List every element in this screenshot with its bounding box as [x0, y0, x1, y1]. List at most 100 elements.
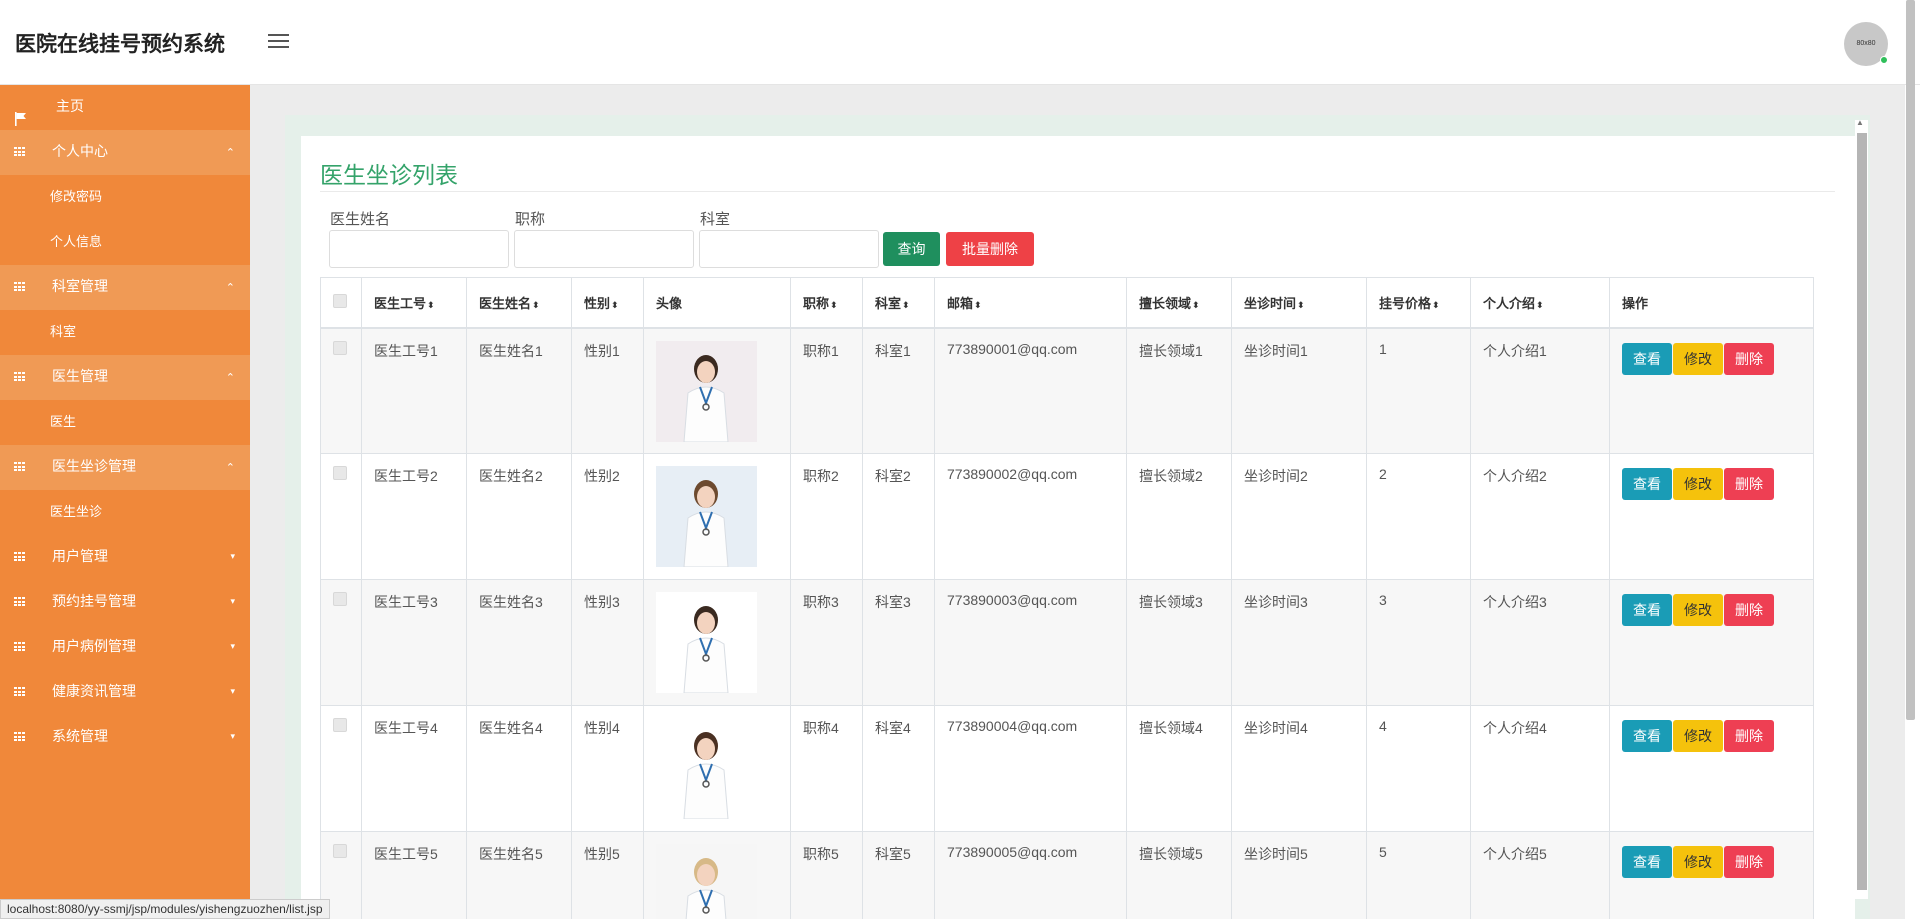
grid-icon	[14, 462, 26, 472]
row-checkbox[interactable]	[333, 592, 347, 606]
cell-actions: 查看 修改 删除	[1609, 831, 1814, 919]
title-input[interactable]	[514, 230, 694, 268]
department-input[interactable]	[699, 230, 879, 268]
sidebar-subitem[interactable]: 修改密码	[0, 175, 250, 220]
sidebar-subitem[interactable]: 科室	[0, 310, 250, 355]
edit-button[interactable]: 修改	[1673, 342, 1723, 375]
delete-button[interactable]: 删除	[1724, 468, 1774, 500]
scroll-up-arrow-icon[interactable]: ▲	[1856, 118, 1864, 127]
edit-button[interactable]: 修改	[1673, 594, 1723, 626]
sidebar-item[interactable]: 系统管理 ▾	[0, 715, 250, 760]
edit-button[interactable]: 修改	[1673, 846, 1723, 878]
sort-icon[interactable]: ⬍	[1297, 300, 1305, 310]
column-header[interactable]: 医生工号⬍	[361, 277, 467, 329]
view-button[interactable]: 查看	[1622, 846, 1672, 878]
cell-email: 773890001@qq.com	[934, 327, 1127, 454]
doctor-photo	[656, 340, 757, 442]
sidebar-item-label: 医生管理	[52, 369, 108, 385]
table-row: 医生工号4 医生姓名4 性别4 职称4 科室4 773890004@qq.com 擅长领域4…	[320, 705, 1814, 832]
edit-button[interactable]: 修改	[1673, 720, 1723, 752]
delete-button[interactable]: 删除	[1724, 342, 1774, 375]
cell-intro: 个人介绍4	[1470, 705, 1610, 832]
cell-actions: 查看 修改 删除	[1609, 579, 1814, 706]
sidebar-subitem[interactable]: 医生坐诊	[0, 490, 250, 535]
caret-down-icon: ▾	[230, 597, 235, 607]
sort-icon[interactable]: ⬍	[902, 300, 910, 310]
page-scroll-thumb[interactable]	[1906, 0, 1915, 720]
column-header[interactable]: 科室⬍	[862, 277, 935, 329]
row-checkbox[interactable]	[333, 340, 347, 355]
table-row: 医生工号1 医生姓名1 性别1 职称1 科室1 773890001@qq.com 擅长领域1…	[320, 327, 1814, 454]
sidebar-item[interactable]: 个人中心 ⌃	[0, 130, 250, 175]
sort-icon[interactable]: ⬍	[974, 300, 982, 310]
sidebar-subitem[interactable]: 个人信息	[0, 220, 250, 265]
column-header[interactable]: 坐诊时间⬍	[1231, 277, 1367, 329]
column-header[interactable]: 性别⬍	[571, 277, 644, 329]
column-header[interactable]: 医生姓名⬍	[466, 277, 572, 329]
sidebar-item[interactable]: 科室管理 ⌃	[0, 265, 250, 310]
cell-time: 坐诊时间2	[1231, 453, 1367, 580]
cell-email: 773890002@qq.com	[934, 453, 1127, 580]
column-header[interactable]: 邮箱⬍	[934, 277, 1127, 329]
view-button[interactable]: 查看	[1622, 342, 1672, 375]
delete-button[interactable]: 删除	[1724, 846, 1774, 878]
top-bar: 医院在线挂号预约系统 80x80	[0, 0, 1920, 85]
sidebar-item[interactable]: 健康资讯管理 ▾	[0, 670, 250, 715]
column-header-label: 擅长领域	[1139, 295, 1192, 311]
cell-gender: 性别1	[571, 327, 644, 454]
sidebar-item-label: 科室管理	[52, 279, 108, 295]
sidebar-item-label: 医生	[50, 415, 77, 430]
panel-scroll-thumb[interactable]	[1857, 133, 1867, 890]
sidebar-item[interactable]: 主页	[0, 85, 250, 130]
caret-down-icon: ▾	[230, 687, 235, 697]
delete-button[interactable]: 删除	[1724, 594, 1774, 626]
sidebar-item-label: 预约挂号管理	[52, 594, 136, 610]
caret-up-icon: ⌃	[225, 461, 235, 474]
sort-icon[interactable]: ⬍	[1192, 300, 1200, 310]
batch-delete-button[interactable]: 批量删除	[946, 232, 1034, 266]
menu-toggle-icon[interactable]	[268, 34, 289, 50]
column-header[interactable]: 个人介绍⬍	[1470, 277, 1610, 329]
column-header[interactable]: 挂号价格⬍	[1366, 277, 1471, 329]
cell-id: 医生工号2	[361, 453, 467, 580]
column-header[interactable]: 职称⬍	[790, 277, 863, 329]
delete-button[interactable]: 删除	[1724, 720, 1774, 752]
sort-icon[interactable]: ⬍	[830, 300, 838, 310]
doctor-schedule-table: 医生工号⬍ 医生姓名⬍ 性别⬍ 头像 职称⬍ 科室⬍ 邮箱⬍ 擅长领域⬍ 坐诊时间⬍ 挂号价格⬍ 个…	[320, 277, 1814, 919]
sidebar-item[interactable]: 预约挂号管理 ▾	[0, 580, 250, 625]
status-bar-url: localhost:8080/yy-ssmj/jsp/modules/yishe…	[0, 899, 330, 919]
cell-actions: 查看 修改 删除	[1609, 453, 1814, 580]
sort-icon[interactable]: ⬍	[1432, 300, 1440, 310]
sort-icon[interactable]: ⬍	[611, 300, 619, 310]
column-header-label: 头像	[656, 295, 683, 311]
cell-title: 职称1	[790, 327, 863, 454]
sidebar-item[interactable]: 用户病例管理 ▾	[0, 625, 250, 670]
row-checkbox[interactable]	[333, 718, 347, 732]
view-button[interactable]: 查看	[1622, 468, 1672, 500]
view-button[interactable]: 查看	[1622, 720, 1672, 752]
cell-photo	[643, 705, 791, 832]
sidebar-item[interactable]: 医生坐诊管理 ⌃	[0, 445, 250, 490]
select-all-checkbox[interactable]	[333, 293, 347, 308]
caret-down-icon: ▾	[230, 642, 235, 652]
column-header-label: 职称	[803, 295, 830, 311]
sort-icon[interactable]: ⬍	[532, 300, 540, 310]
doctor-schedule-table-wrapper: 医生工号⬍ 医生姓名⬍ 性别⬍ 头像 职称⬍ 科室⬍ 邮箱⬍ 擅长领域⬍ 坐诊时间⬍ 挂号价格⬍ 个…	[320, 277, 1835, 919]
sort-icon[interactable]: ⬍	[1536, 300, 1544, 310]
sort-icon[interactable]: ⬍	[427, 300, 435, 310]
grid-icon	[14, 597, 26, 607]
view-button[interactable]: 查看	[1622, 594, 1672, 626]
doctor-name-input[interactable]	[329, 230, 509, 268]
search-button[interactable]: 查询	[883, 232, 940, 266]
sidebar-subitem[interactable]: 医生	[0, 400, 250, 445]
row-select-cell	[320, 705, 362, 832]
column-header[interactable]: 擅长领域⬍	[1126, 277, 1232, 329]
row-checkbox[interactable]	[333, 844, 347, 858]
sidebar-item[interactable]: 医生管理 ⌃	[0, 355, 250, 400]
cell-time: 坐诊时间3	[1231, 579, 1367, 706]
grid-icon	[14, 732, 26, 742]
edit-button[interactable]: 修改	[1673, 468, 1723, 500]
row-checkbox[interactable]	[333, 466, 347, 480]
cell-time: 坐诊时间5	[1231, 831, 1367, 919]
sidebar-item[interactable]: 用户管理 ▾	[0, 535, 250, 580]
